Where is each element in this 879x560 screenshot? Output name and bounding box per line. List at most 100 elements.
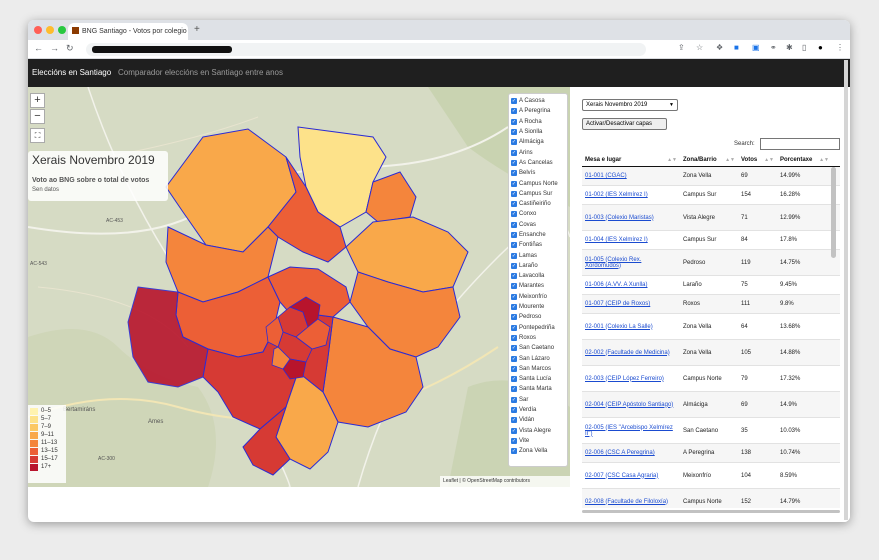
checkbox-icon[interactable]: ✓: [511, 252, 517, 259]
layer-toggle[interactable]: ✓ Conxo: [511, 209, 565, 219]
checkbox-icon[interactable]: ✓: [511, 314, 517, 321]
maximize-window-button[interactable]: [58, 26, 66, 34]
checkbox-icon[interactable]: ✓: [511, 262, 517, 269]
menu-icon[interactable]: ⋮: [836, 43, 844, 52]
layer-control[interactable]: ✓ A Casosa ✓ A Peregrina ✓ A Rocha ✓ A Sionlla ✓…: [508, 93, 568, 467]
mesa-link[interactable]: 02-003 (CEIP López Ferreiro): [582, 372, 680, 386]
table-scrollbar[interactable]: [831, 167, 836, 258]
layer-toggle[interactable]: ✓ Ensanche: [511, 230, 565, 240]
link-icon[interactable]: ⚭: [770, 43, 777, 52]
layer-toggle[interactable]: ✓ Vidán: [511, 415, 565, 425]
extension-icon[interactable]: ❖: [716, 43, 723, 52]
checkbox-icon[interactable]: ✓: [511, 355, 517, 362]
layer-toggle[interactable]: ✓ Fontiñas: [511, 240, 565, 250]
share-icon[interactable]: ⇪: [678, 43, 685, 52]
checkbox-icon[interactable]: ✓: [511, 108, 517, 115]
checkbox-icon[interactable]: ✓: [511, 407, 517, 414]
mesa-link[interactable]: 02-007 (CSC Casa Agraria): [582, 469, 680, 483]
layer-toggle[interactable]: ✓ Arins: [511, 147, 565, 157]
layer-toggle[interactable]: ✓ Lamas: [511, 250, 565, 260]
column-header-porcentaxe[interactable]: Porcentaxe ▲▼: [777, 153, 832, 166]
layer-toggle[interactable]: ✓ Santa Lucía: [511, 374, 565, 384]
layer-toggle[interactable]: ✓ San Caetano: [511, 343, 565, 353]
checkbox-icon[interactable]: ✓: [511, 417, 517, 424]
layer-toggle[interactable]: ✓ Belvís: [511, 168, 565, 178]
checkbox-icon[interactable]: ✓: [511, 129, 517, 136]
layer-toggle[interactable]: ✓ Campus Sur: [511, 189, 565, 199]
mesa-link[interactable]: 01-003 (Colexio Maristas): [582, 211, 680, 225]
layer-toggle[interactable]: ✓ Sar: [511, 395, 565, 405]
layer-toggle[interactable]: ✓ A Sionlla: [511, 127, 565, 137]
checkbox-icon[interactable]: ✓: [511, 221, 517, 228]
layer-toggle[interactable]: ✓ As Cancelas: [511, 158, 565, 168]
checkbox-icon[interactable]: ✓: [511, 324, 517, 331]
sidebar-icon[interactable]: ▯: [802, 43, 806, 52]
mesa-link[interactable]: 01-004 (IES Xelmírez I): [582, 233, 680, 247]
mesa-link[interactable]: 02-005 (IES "Arcebispo Xelmírez II"): [582, 421, 680, 441]
checkbox-icon[interactable]: ✓: [511, 201, 517, 208]
checkbox-icon[interactable]: ✓: [511, 232, 517, 238]
checkbox-icon[interactable]: ✓: [511, 304, 517, 311]
election-select[interactable]: Xerais Novembro 2019 ▼: [582, 99, 678, 111]
puzzle-icon[interactable]: ✱: [786, 43, 793, 52]
layer-toggle[interactable]: ✓ Verdía: [511, 405, 565, 415]
layer-toggle[interactable]: ✓ Castiñeiriño: [511, 199, 565, 209]
checkbox-icon[interactable]: ✓: [511, 149, 517, 156]
checkbox-icon[interactable]: ✓: [511, 180, 517, 187]
checkbox-icon[interactable]: ✓: [511, 427, 517, 434]
layer-toggle[interactable]: ✓ Roxos: [511, 333, 565, 343]
checkbox-icon[interactable]: ✓: [511, 159, 517, 166]
layer-toggle[interactable]: ✓ Pontepedriña: [511, 323, 565, 333]
mesa-link[interactable]: 02-001 (Colexio La Salle): [582, 320, 680, 334]
map-canvas[interactable]: Bertamiráns Ames AC-453 AC-543 AC-300: [28, 87, 570, 487]
layer-toggle[interactable]: ✓ San Marcos: [511, 364, 565, 374]
back-button[interactable]: ←: [34, 43, 43, 53]
layer-toggle[interactable]: ✓ A Rocha: [511, 117, 565, 127]
layer-toggle[interactable]: ✓ Santa Marta: [511, 384, 565, 394]
mesa-link[interactable]: 01-006 (A.VV. A Xunlla): [582, 278, 680, 292]
column-header-votos[interactable]: Votos ▲▼: [738, 153, 777, 166]
layer-toggle[interactable]: ✓ Vite: [511, 436, 565, 446]
layer-toggle[interactable]: ✓ Laraño: [511, 261, 565, 271]
url-input[interactable]: [86, 43, 646, 56]
mesa-link[interactable]: 02-004 (CEIP Apóstolo Santiago): [582, 398, 680, 412]
layer-toggle[interactable]: ✓ A Casosa: [511, 96, 565, 106]
checkbox-icon[interactable]: ✓: [511, 376, 517, 383]
mesa-link[interactable]: 02-002 (Facultade de Medicina): [582, 346, 680, 360]
map-attribution[interactable]: Leaflet | © OpenStreetMap contributors: [440, 476, 570, 487]
checkbox-icon[interactable]: ✓: [511, 396, 517, 403]
checkbox-icon[interactable]: ✓: [511, 98, 517, 105]
layer-toggle[interactable]: ✓ A Peregrina: [511, 106, 565, 116]
mesa-link[interactable]: 01-005 (Colexio Rex. Xordomudos): [582, 253, 680, 273]
checkbox-icon[interactable]: ✓: [511, 190, 517, 197]
layer-toggle[interactable]: ✓ Marantes: [511, 281, 565, 291]
layer-toggle[interactable]: ✓ Covas: [511, 220, 565, 230]
checkbox-icon[interactable]: ✓: [511, 365, 517, 372]
minimize-window-button[interactable]: [46, 26, 54, 34]
checkbox-icon[interactable]: ✓: [511, 118, 517, 125]
forward-button[interactable]: →: [50, 43, 59, 53]
checkbox-icon[interactable]: ✓: [511, 334, 517, 341]
layer-toggle[interactable]: ✓ San Lázaro: [511, 353, 565, 363]
checkbox-icon[interactable]: ✓: [511, 242, 517, 249]
layer-toggle[interactable]: ✓ Pedroso: [511, 312, 565, 322]
column-header-mesa[interactable]: Mesa e lugar ▲▼: [582, 153, 680, 166]
zoom-out-button[interactable]: −: [30, 109, 45, 124]
bookmark-star-icon[interactable]: ☆: [696, 43, 703, 52]
table-horizontal-scrollbar[interactable]: [582, 510, 840, 513]
extension-icon[interactable]: ▣: [752, 43, 760, 52]
browser-tab[interactable]: BNG Santiago - Votos por colegio ×: [68, 23, 188, 40]
layer-toggle[interactable]: ✓ Zona Vella: [511, 446, 565, 456]
map[interactable]: Bertamiráns Ames AC-453 AC-543 AC-300 + …: [28, 87, 570, 487]
layer-toggle[interactable]: ✓ Campus Norte: [511, 178, 565, 188]
zoom-in-button[interactable]: +: [30, 93, 45, 108]
layer-toggle[interactable]: ✓ Mourente: [511, 302, 565, 312]
toggle-layers-button[interactable]: Activar/Desactivar capas: [582, 118, 667, 130]
mesa-link[interactable]: 01-007 (CEIP de Roxos): [582, 297, 680, 311]
layer-toggle[interactable]: ✓ Almáciga: [511, 137, 565, 147]
mesa-link[interactable]: 02-008 (Facultade de Filoloxía): [582, 495, 680, 509]
checkbox-icon[interactable]: ✓: [511, 386, 517, 393]
layer-toggle[interactable]: ✓ Vista Alegre: [511, 426, 565, 436]
checkbox-icon[interactable]: ✓: [511, 273, 517, 280]
checkbox-icon[interactable]: ✓: [511, 345, 517, 352]
